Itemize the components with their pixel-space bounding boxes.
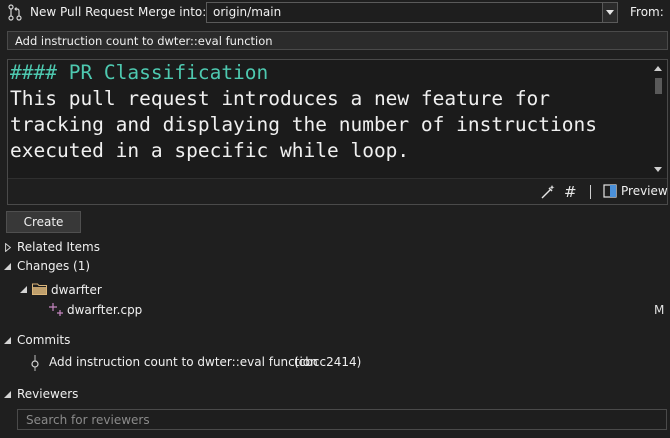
description-text[interactable]: #### PR Classification This pull request…: [10, 60, 645, 164]
caret-down-icon[interactable]: [20, 286, 28, 294]
toolbar-divider: [590, 185, 591, 199]
description-editor[interactable]: #### PR Classification This pull request…: [7, 59, 668, 205]
target-branch-dropdown[interactable]: origin/main: [206, 2, 618, 23]
file-added-icon: [49, 303, 63, 316]
editor-toolbar: # Preview: [8, 178, 668, 204]
pr-title-value: Add instruction count to dwter::eval fun…: [15, 34, 273, 48]
folder-item[interactable]: dwarfter: [0, 282, 300, 298]
caret-down-icon[interactable]: [4, 337, 12, 345]
section-label: Reviewers: [17, 387, 79, 401]
page-title: New Pull Request: [30, 5, 134, 19]
section-label: Changes (1): [17, 259, 91, 273]
dropdown-button[interactable]: [602, 3, 617, 22]
description-heading: #### PR Classification: [10, 61, 269, 84]
section-reviewers[interactable]: Reviewers: [0, 387, 200, 403]
target-branch-value: origin/main: [213, 5, 282, 19]
pull-request-panel: New Pull Request Merge into: origin/main…: [0, 0, 670, 438]
folder-icon: [32, 283, 47, 295]
chevron-down-icon: [606, 10, 614, 15]
ai-suggest-pen-icon[interactable]: [540, 184, 556, 200]
section-related-items[interactable]: Related Items: [0, 240, 200, 256]
pull-request-icon: [8, 4, 22, 21]
file-status-badge: M: [654, 303, 665, 317]
file-label: dwarfter.cpp: [67, 303, 143, 317]
caret-down-icon[interactable]: [4, 263, 12, 271]
description-line: This pull request introduces a new featu…: [10, 87, 551, 110]
description-line: tracking and displaying the number of in…: [10, 113, 597, 136]
caret-right-icon[interactable]: [5, 243, 11, 252]
section-changes[interactable]: Changes (1): [0, 259, 200, 275]
header-bar: New Pull Request Merge into: origin/main…: [0, 0, 670, 26]
from-label: From:: [630, 5, 664, 19]
scroll-down-icon[interactable]: [654, 167, 662, 172]
pr-title-field[interactable]: Add instruction count to dwter::eval fun…: [7, 31, 668, 50]
section-commits[interactable]: Commits: [0, 333, 200, 349]
vertical-scrollbar[interactable]: [650, 60, 667, 178]
markdown-hash-icon[interactable]: #: [564, 183, 577, 201]
reviewer-search-input[interactable]: [18, 410, 666, 429]
caret-down-icon[interactable]: [4, 391, 12, 399]
scroll-up-icon[interactable]: [654, 66, 662, 71]
commit-message: Add instruction count to dwter::eval fun…: [49, 355, 318, 369]
description-line: executed in a specific while loop.: [10, 139, 410, 162]
section-label: Related Items: [17, 240, 100, 254]
commit-sha: (cbcc2414): [294, 355, 362, 369]
commit-item[interactable]: Add instruction count to dwter::eval fun…: [0, 354, 670, 371]
preview-icon[interactable]: [603, 184, 617, 198]
preview-button[interactable]: Preview: [621, 184, 668, 198]
section-label: Commits: [17, 333, 71, 347]
create-button[interactable]: Create: [6, 211, 81, 233]
reviewer-search-field[interactable]: [17, 409, 667, 430]
folder-label: dwarfter: [51, 283, 102, 297]
scrollbar-thumb[interactable]: [655, 78, 662, 94]
commit-icon: [31, 355, 39, 371]
merge-into-label: Merge into:: [138, 5, 207, 19]
file-item[interactable]: dwarfter.cpp M: [0, 302, 670, 318]
